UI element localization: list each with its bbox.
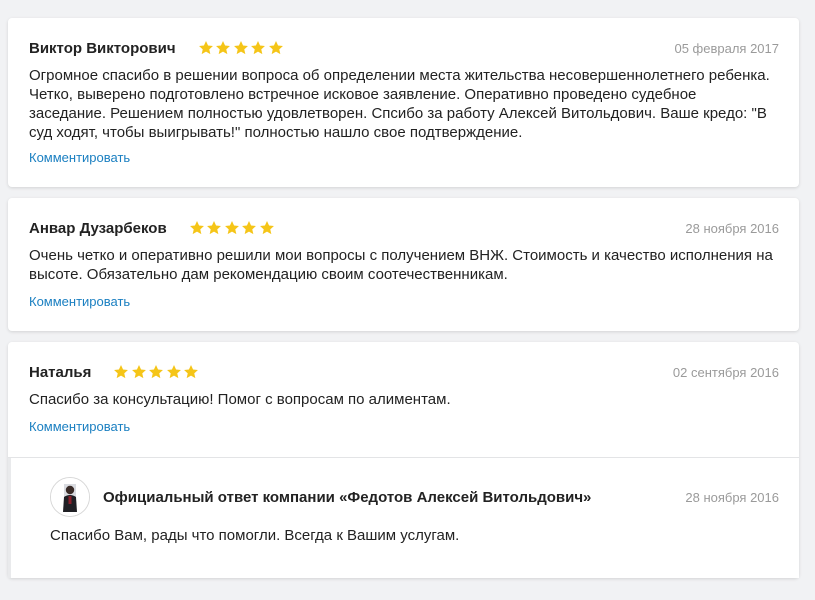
star-icon xyxy=(224,221,239,235)
company-reply: Официальный ответ компании «Федотов Алек… xyxy=(8,458,799,578)
review-author: Виктор Викторович xyxy=(29,39,176,57)
reply-title: Официальный ответ компании «Федотов Алек… xyxy=(103,488,592,506)
star-icon xyxy=(216,41,230,55)
comment-link[interactable]: Комментировать xyxy=(29,294,130,309)
company-avatar xyxy=(50,477,90,517)
review-text: Огромное спасибо в решении вопроса об оп… xyxy=(29,67,770,141)
review-text: Очень четко и оперативно решили мои вопр… xyxy=(29,247,773,283)
review-date: 05 февраля 2017 xyxy=(674,40,779,56)
rating-stars xyxy=(198,40,286,56)
review-card: Наталья 02 сентября 2016 Спасибо за конс… xyxy=(8,342,799,578)
star-icon xyxy=(198,41,213,55)
comment-link[interactable]: Комментировать xyxy=(29,419,130,434)
reply-header: Официальный ответ компании «Федотов Алек… xyxy=(50,477,779,517)
star-icon xyxy=(131,365,146,379)
review-text: Спасибо за консультацию! Помог с вопроса… xyxy=(29,391,451,408)
reply-date: 28 ноября 2016 xyxy=(685,489,779,505)
star-icon xyxy=(242,221,257,235)
star-icon xyxy=(207,221,222,235)
star-icon xyxy=(114,365,129,379)
review-card: Анвар Дузарбеков 28 ноября 2016 Очень че… xyxy=(8,198,799,331)
star-icon xyxy=(184,365,199,379)
review-author: Наталья xyxy=(29,363,92,381)
star-icon xyxy=(259,221,274,235)
review-author: Анвар Дузарбеков xyxy=(29,219,167,237)
review-date: 02 сентября 2016 xyxy=(672,364,779,380)
reply-text: Спасибо Вам, рады что помогли. Всегда к … xyxy=(50,527,460,544)
review-card: Виктор Викторович 05 февраля 2017 Огромн… xyxy=(8,18,799,187)
star-icon xyxy=(268,41,283,55)
star-icon xyxy=(149,365,164,379)
review-date: 28 ноября 2016 xyxy=(685,220,779,236)
rating-stars xyxy=(113,364,201,380)
star-icon xyxy=(166,365,181,379)
review-header: Виктор Викторович 05 февраля 2017 xyxy=(29,38,779,58)
star-icon xyxy=(233,41,248,55)
rating-stars xyxy=(189,220,277,236)
star-icon xyxy=(251,41,265,55)
review-header: Анвар Дузарбеков 28 ноября 2016 xyxy=(29,218,779,238)
comment-link[interactable]: Комментировать xyxy=(29,150,130,165)
review-header: Наталья 02 сентября 2016 xyxy=(29,362,779,382)
star-icon xyxy=(189,221,204,235)
